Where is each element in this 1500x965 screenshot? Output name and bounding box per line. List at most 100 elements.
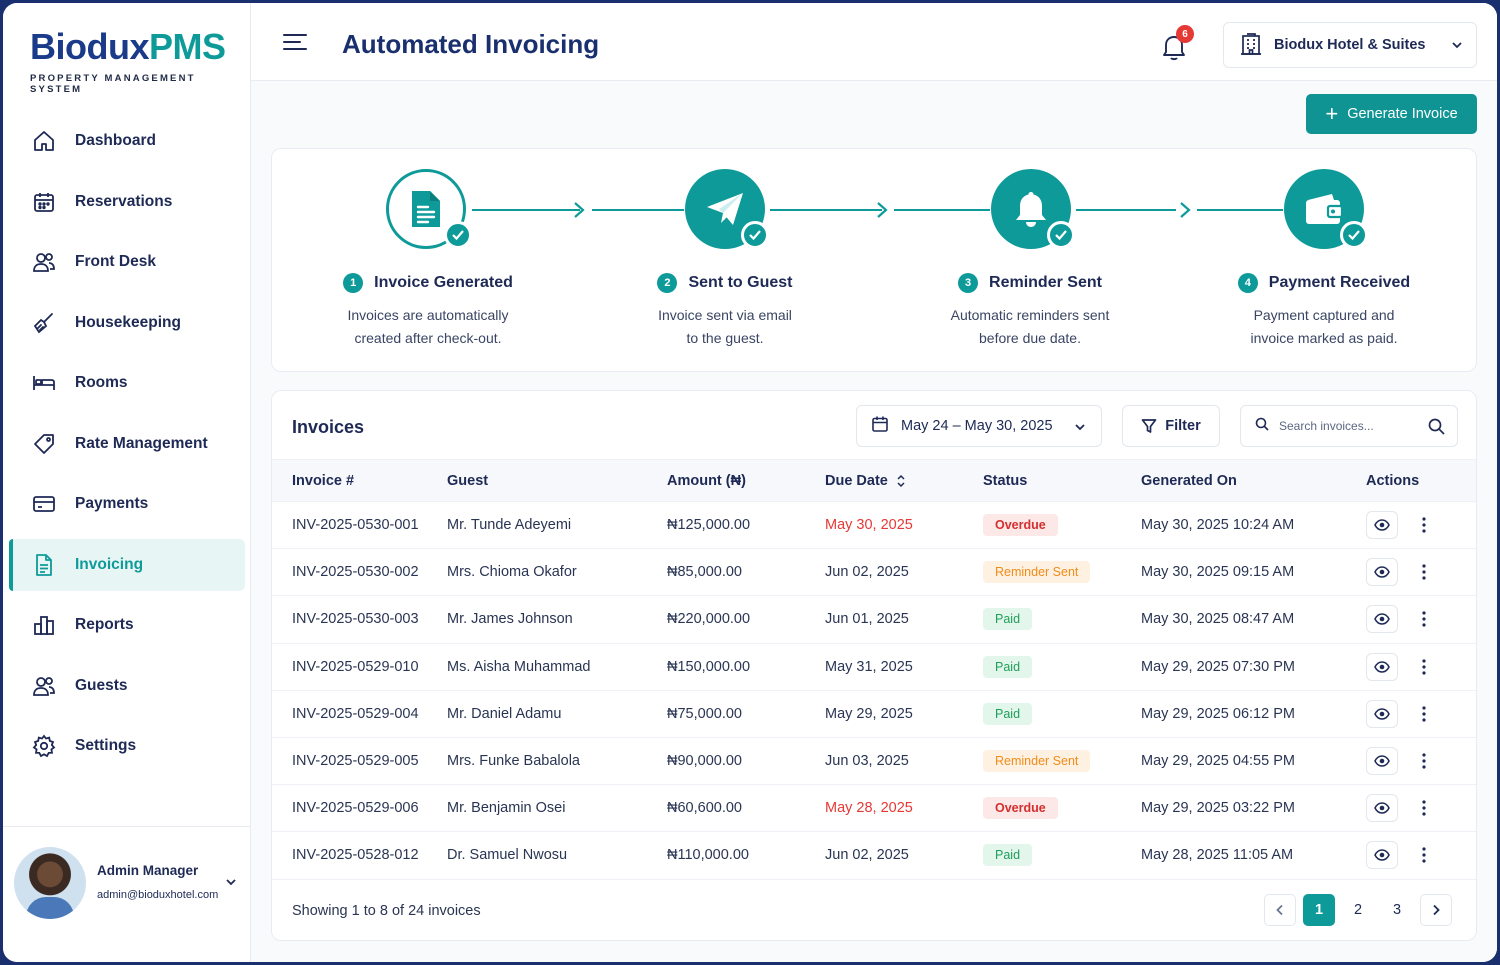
more-options-icon[interactable]: [1418, 517, 1430, 533]
sidebar-item-rate-management[interactable]: Rate Management: [9, 418, 245, 470]
page-button-2[interactable]: 2: [1342, 894, 1374, 926]
column-header-due-date[interactable]: Due Date: [825, 460, 983, 502]
main-content: Automated Invoicing 6 Biodux Hotel & Sui…: [251, 3, 1497, 962]
sidebar-item-label: Dashboard: [75, 132, 156, 149]
chevron-down-icon[interactable]: [225, 875, 237, 893]
invoice-number[interactable]: INV-2025-0528-012: [272, 832, 447, 879]
sidebar-item-dashboard[interactable]: Dashboard: [9, 115, 245, 167]
column-header-amount[interactable]: Amount (₦): [667, 460, 825, 502]
sidebar-item-reports[interactable]: Reports: [9, 599, 245, 651]
generated-on: May 30, 2025 10:24 AM: [1141, 517, 1295, 534]
invoice-amount: ₦60,600.00: [667, 800, 742, 817]
generate-invoice-button[interactable]: + Generate Invoice: [1306, 94, 1477, 134]
search-icon[interactable]: [1428, 418, 1445, 440]
invoice-amount: ₦110,000.00: [667, 847, 749, 864]
step-description-line: invoice marked as paid.: [1250, 330, 1398, 346]
menu-icon[interactable]: [283, 33, 307, 51]
view-invoice-button[interactable]: [1366, 841, 1398, 870]
page-title: Automated Invoicing: [342, 29, 600, 59]
status-badge: Overdue: [983, 514, 1058, 537]
invoice-number[interactable]: INV-2025-0530-002: [272, 549, 447, 596]
more-options-icon[interactable]: [1418, 611, 1430, 628]
view-invoice-button[interactable]: [1366, 794, 1398, 823]
sidebar-item-reservations[interactable]: Reservations: [9, 176, 245, 228]
sidebar-item-label: Guests: [75, 676, 128, 694]
invoice-number[interactable]: INV-2025-0530-003: [272, 596, 447, 643]
view-invoice-button[interactable]: [1366, 558, 1398, 587]
invoice-number[interactable]: INV-2025-0529-004: [272, 690, 447, 737]
actions-cell: [1366, 549, 1476, 596]
table-row[interactable]: INV-2025-0529-004 Mr. Daniel Adamu ₦75,000…: [272, 690, 1476, 738]
sidebar-item-guests[interactable]: Guests: [9, 660, 245, 712]
sidebar-item-rooms[interactable]: Rooms: [9, 357, 245, 409]
status-cell: Overdue: [983, 502, 1141, 549]
broom-icon: [31, 310, 57, 336]
more-options-icon[interactable]: [1418, 659, 1430, 675]
brand-name-part1: Biodux: [30, 26, 150, 67]
more-options-icon[interactable]: [1418, 564, 1430, 580]
more-options-icon[interactable]: [1418, 847, 1430, 864]
column-header-invoice[interactable]: Invoice #: [272, 460, 447, 502]
table-row[interactable]: INV-2025-0528-012 Dr. Samuel Nwosu ₦110,00…: [272, 832, 1476, 879]
sort-icon[interactable]: [896, 474, 906, 488]
sidebar-item-payments[interactable]: Payments: [9, 478, 245, 530]
column-header-generated-on[interactable]: Generated On: [1141, 460, 1366, 502]
view-invoice-button[interactable]: [1366, 747, 1398, 776]
view-invoice-button[interactable]: [1366, 605, 1398, 634]
status-badge: Overdue: [983, 797, 1058, 820]
view-invoice-button[interactable]: [1366, 511, 1398, 540]
pagination: 1 2 3: [1264, 894, 1459, 926]
column-header-status[interactable]: Status: [983, 460, 1141, 502]
guest-name: Ms. Aisha Muhammad: [447, 658, 591, 675]
column-header-actions: Actions: [1366, 472, 1420, 489]
column-header-due-date-label: Due Date: [825, 472, 888, 489]
sidebar-item-front-desk[interactable]: Front Desk: [9, 236, 245, 288]
actions-cell: [1366, 737, 1476, 784]
table-row[interactable]: INV-2025-0529-006 Mr. Benjamin Osei ₦60,60…: [272, 785, 1476, 832]
sidebar-item-invoicing[interactable]: Invoicing: [9, 538, 245, 591]
view-invoice-button[interactable]: [1366, 652, 1398, 681]
actions-cell: [1366, 596, 1476, 643]
sidebar-item-settings[interactable]: Settings: [9, 720, 245, 772]
guest-name: Mrs. Funke Babalola: [447, 753, 580, 770]
prev-page-button[interactable]: [1264, 894, 1296, 926]
hotel-selector[interactable]: Biodux Hotel & Suites: [1223, 22, 1477, 68]
generated-on: May 30, 2025 08:47 AM: [1141, 611, 1295, 628]
hotel-building-icon: [1240, 31, 1262, 60]
column-header-guest[interactable]: Guest: [447, 460, 667, 502]
next-page-button[interactable]: [1420, 894, 1452, 926]
invoice-number[interactable]: INV-2025-0529-005: [272, 737, 447, 784]
filter-icon: [1141, 419, 1157, 433]
table-row[interactable]: INV-2025-0529-005 Mrs. Funke Babalola ₦90,…: [272, 737, 1476, 785]
home-icon: [31, 128, 57, 154]
invoice-number[interactable]: INV-2025-0529-006: [272, 785, 447, 832]
invoices-table-body: INV-2025-0530-001 Mr. Tunde Adeyemi ₦125,0…: [272, 502, 1476, 879]
invoice-number[interactable]: INV-2025-0530-001: [272, 502, 447, 549]
table-row[interactable]: INV-2025-0530-001 Mr. Tunde Adeyemi ₦125,0…: [272, 502, 1476, 549]
table-row[interactable]: INV-2025-0530-002 Mrs. Chioma Okafor ₦85,0…: [272, 549, 1476, 596]
brand-logo[interactable]: BioduxPMS PROPERTY MANAGEMENT SYSTEM: [30, 26, 250, 96]
guest-name: Mr. Daniel Adamu: [447, 705, 562, 722]
page-button-3[interactable]: 3: [1381, 894, 1413, 926]
app-window: BioduxPMS PROPERTY MANAGEMENT SYSTEM Das…: [3, 3, 1497, 962]
more-options-icon[interactable]: [1418, 800, 1430, 816]
search-input[interactable]: [1279, 419, 1419, 433]
status-cell: Reminder Sent: [983, 737, 1141, 784]
table-row[interactable]: INV-2025-0530-003 Mr. James Johnson ₦220,0…: [272, 596, 1476, 644]
sidebar-item-housekeeping[interactable]: Housekeeping: [9, 297, 245, 349]
guest-name: Mr. Benjamin Osei: [447, 800, 566, 817]
date-range-picker[interactable]: May 24 – May 30, 2025: [856, 405, 1102, 447]
sidebar-item-label: Reservations: [75, 192, 173, 210]
page-button-1[interactable]: 1: [1303, 894, 1335, 926]
table-row[interactable]: INV-2025-0529-010 Ms. Aisha Muhammad ₦150,…: [272, 643, 1476, 691]
invoice-number[interactable]: INV-2025-0529-010: [272, 643, 447, 690]
more-options-icon[interactable]: [1418, 753, 1430, 769]
step-number: 4: [1237, 273, 1258, 293]
hotel-name: Biodux Hotel & Suites: [1274, 37, 1426, 53]
view-invoice-button[interactable]: [1366, 699, 1398, 728]
more-options-icon[interactable]: [1418, 706, 1430, 722]
step-number: 1: [343, 273, 364, 293]
user-profile[interactable]: Admin Manager admin@bioduxhotel.com: [3, 826, 250, 962]
sidebar-item-label: Reports: [75, 616, 134, 633]
filter-button[interactable]: Filter: [1122, 405, 1220, 447]
